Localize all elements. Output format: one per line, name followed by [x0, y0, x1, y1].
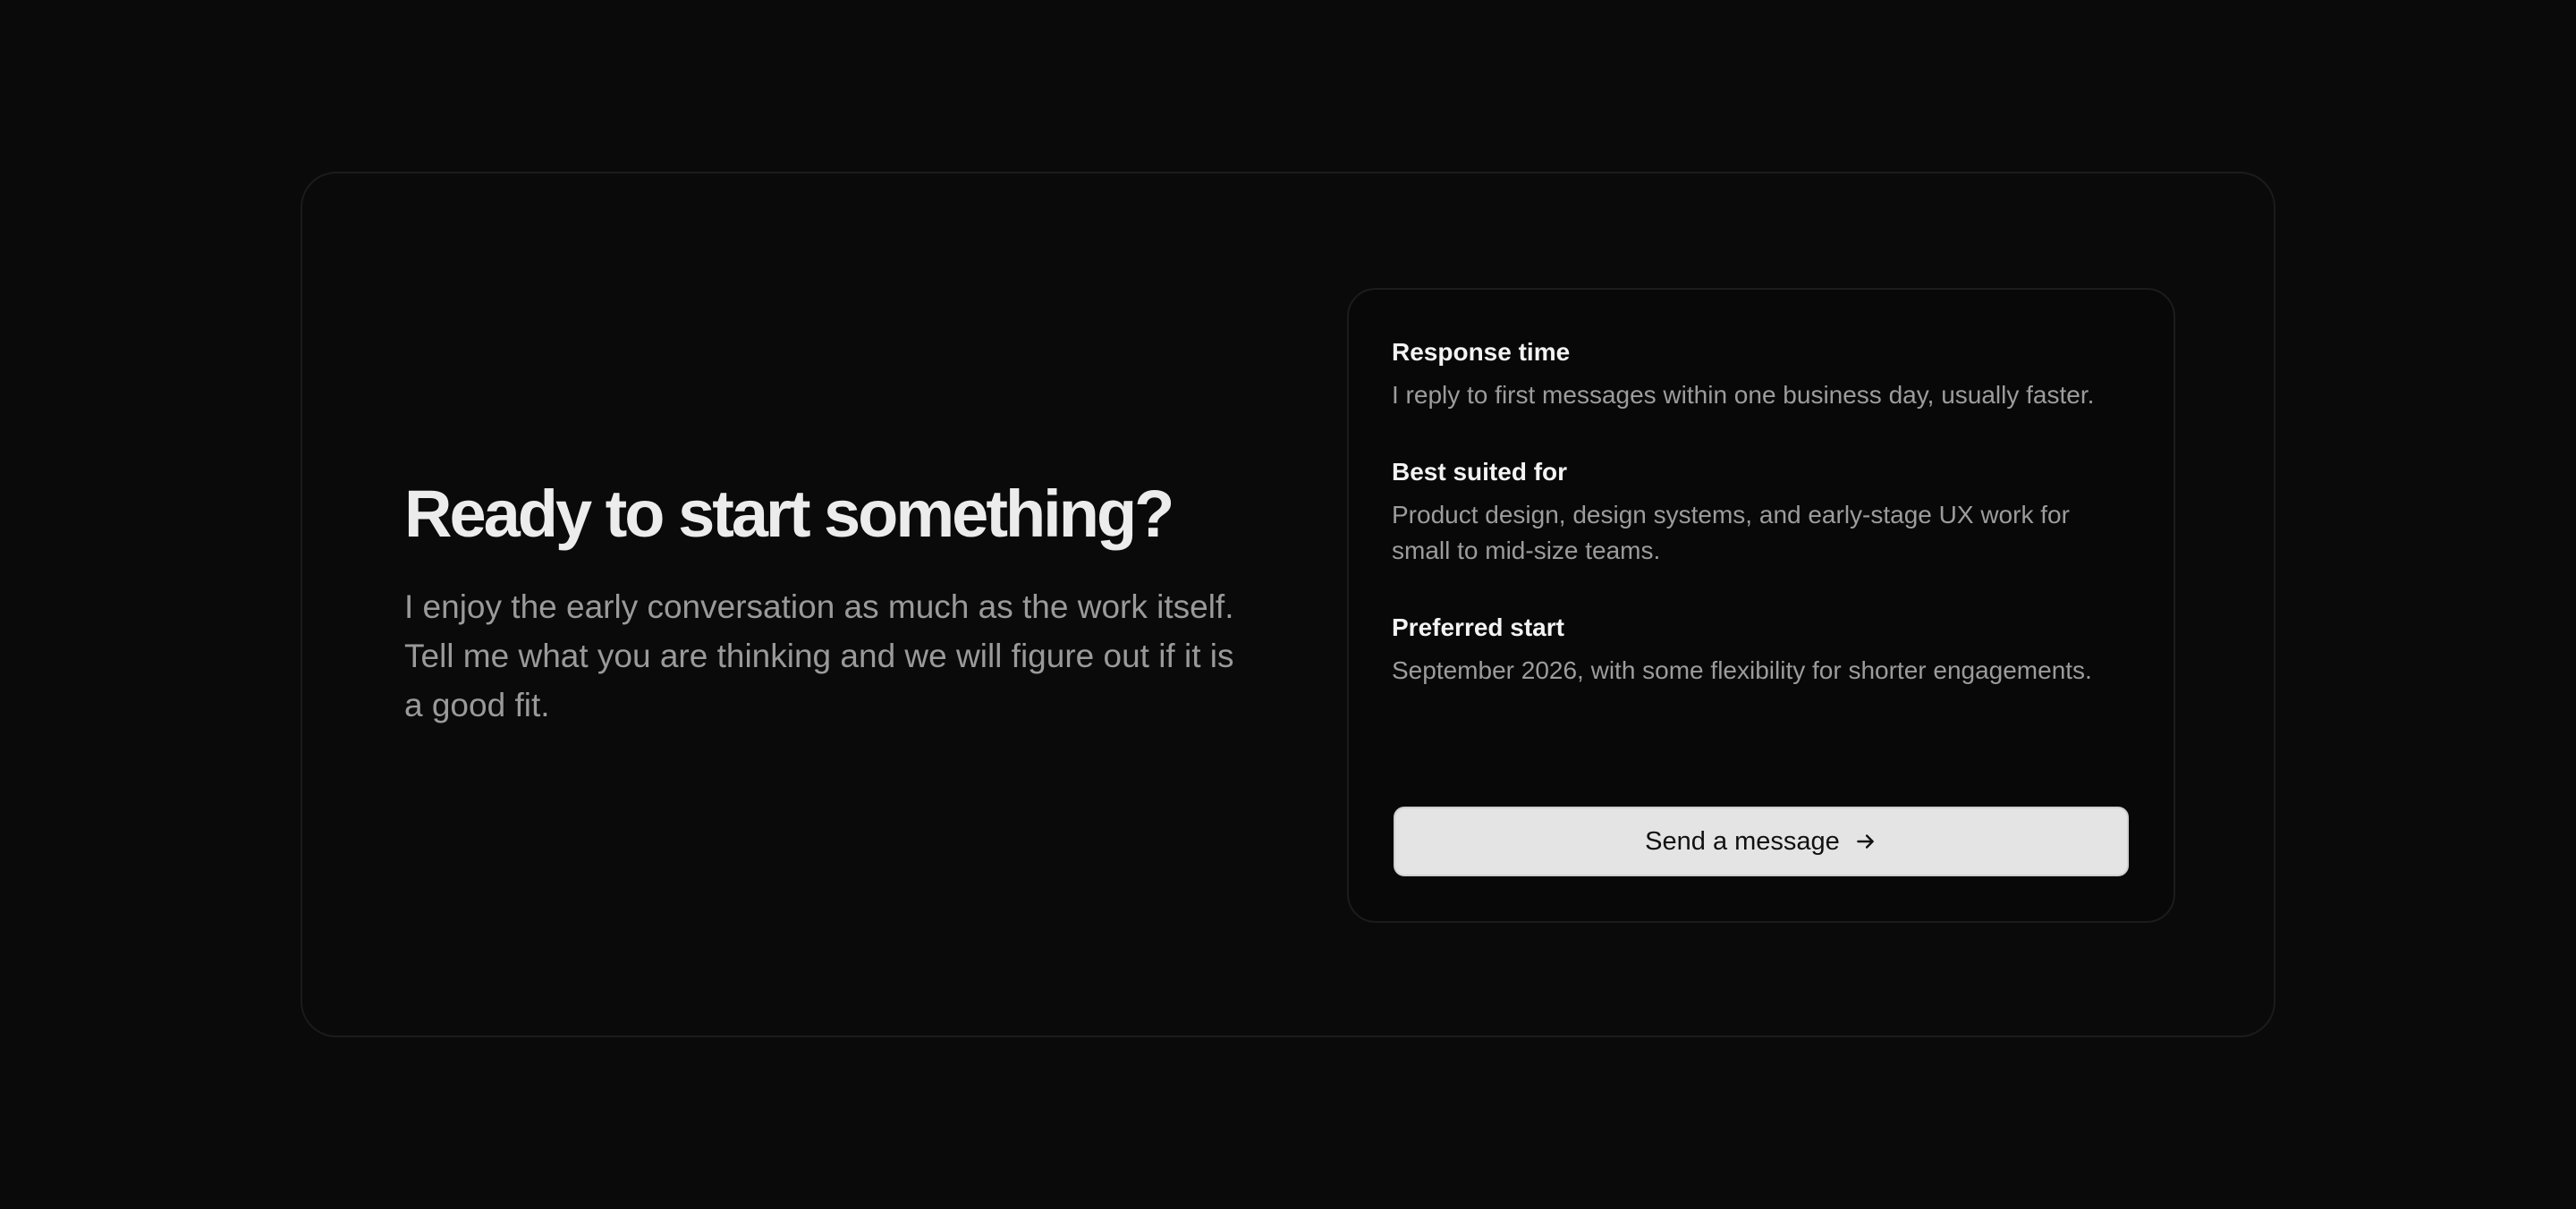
- detail-text: Product design, design systems, and earl…: [1392, 501, 2070, 564]
- arrow-right-icon: [1854, 830, 1877, 853]
- detail-title: Best suited for: [1392, 458, 1568, 486]
- page-subtitle: I enjoy the early conversation as much a…: [404, 588, 1234, 724]
- detail-text: I reply to first messages within one bus…: [1392, 381, 2095, 409]
- hero-text: Ready to start something? I enjoy the ea…: [404, 478, 1263, 730]
- page-title: Ready to start something?: [404, 477, 1174, 551]
- detail-response-time: Response time I reply to first messages …: [1392, 336, 2129, 413]
- detail-title: Response time: [1392, 338, 1571, 366]
- detail-preferred-start: Preferred start September 2026, with som…: [1392, 612, 2129, 689]
- detail-title: Preferred start: [1392, 613, 1564, 641]
- detail-text: September 2026, with some flexibility fo…: [1392, 656, 2092, 684]
- send-message-button[interactable]: Send a message: [1394, 807, 2129, 876]
- detail-best-suited-for: Best suited for Product design, design s…: [1392, 456, 2129, 569]
- send-message-label: Send a message: [1645, 826, 1840, 856]
- contact-section: Ready to start something? I enjoy the ea…: [301, 172, 2275, 1037]
- details-card: Response time I reply to first messages …: [1347, 288, 2175, 923]
